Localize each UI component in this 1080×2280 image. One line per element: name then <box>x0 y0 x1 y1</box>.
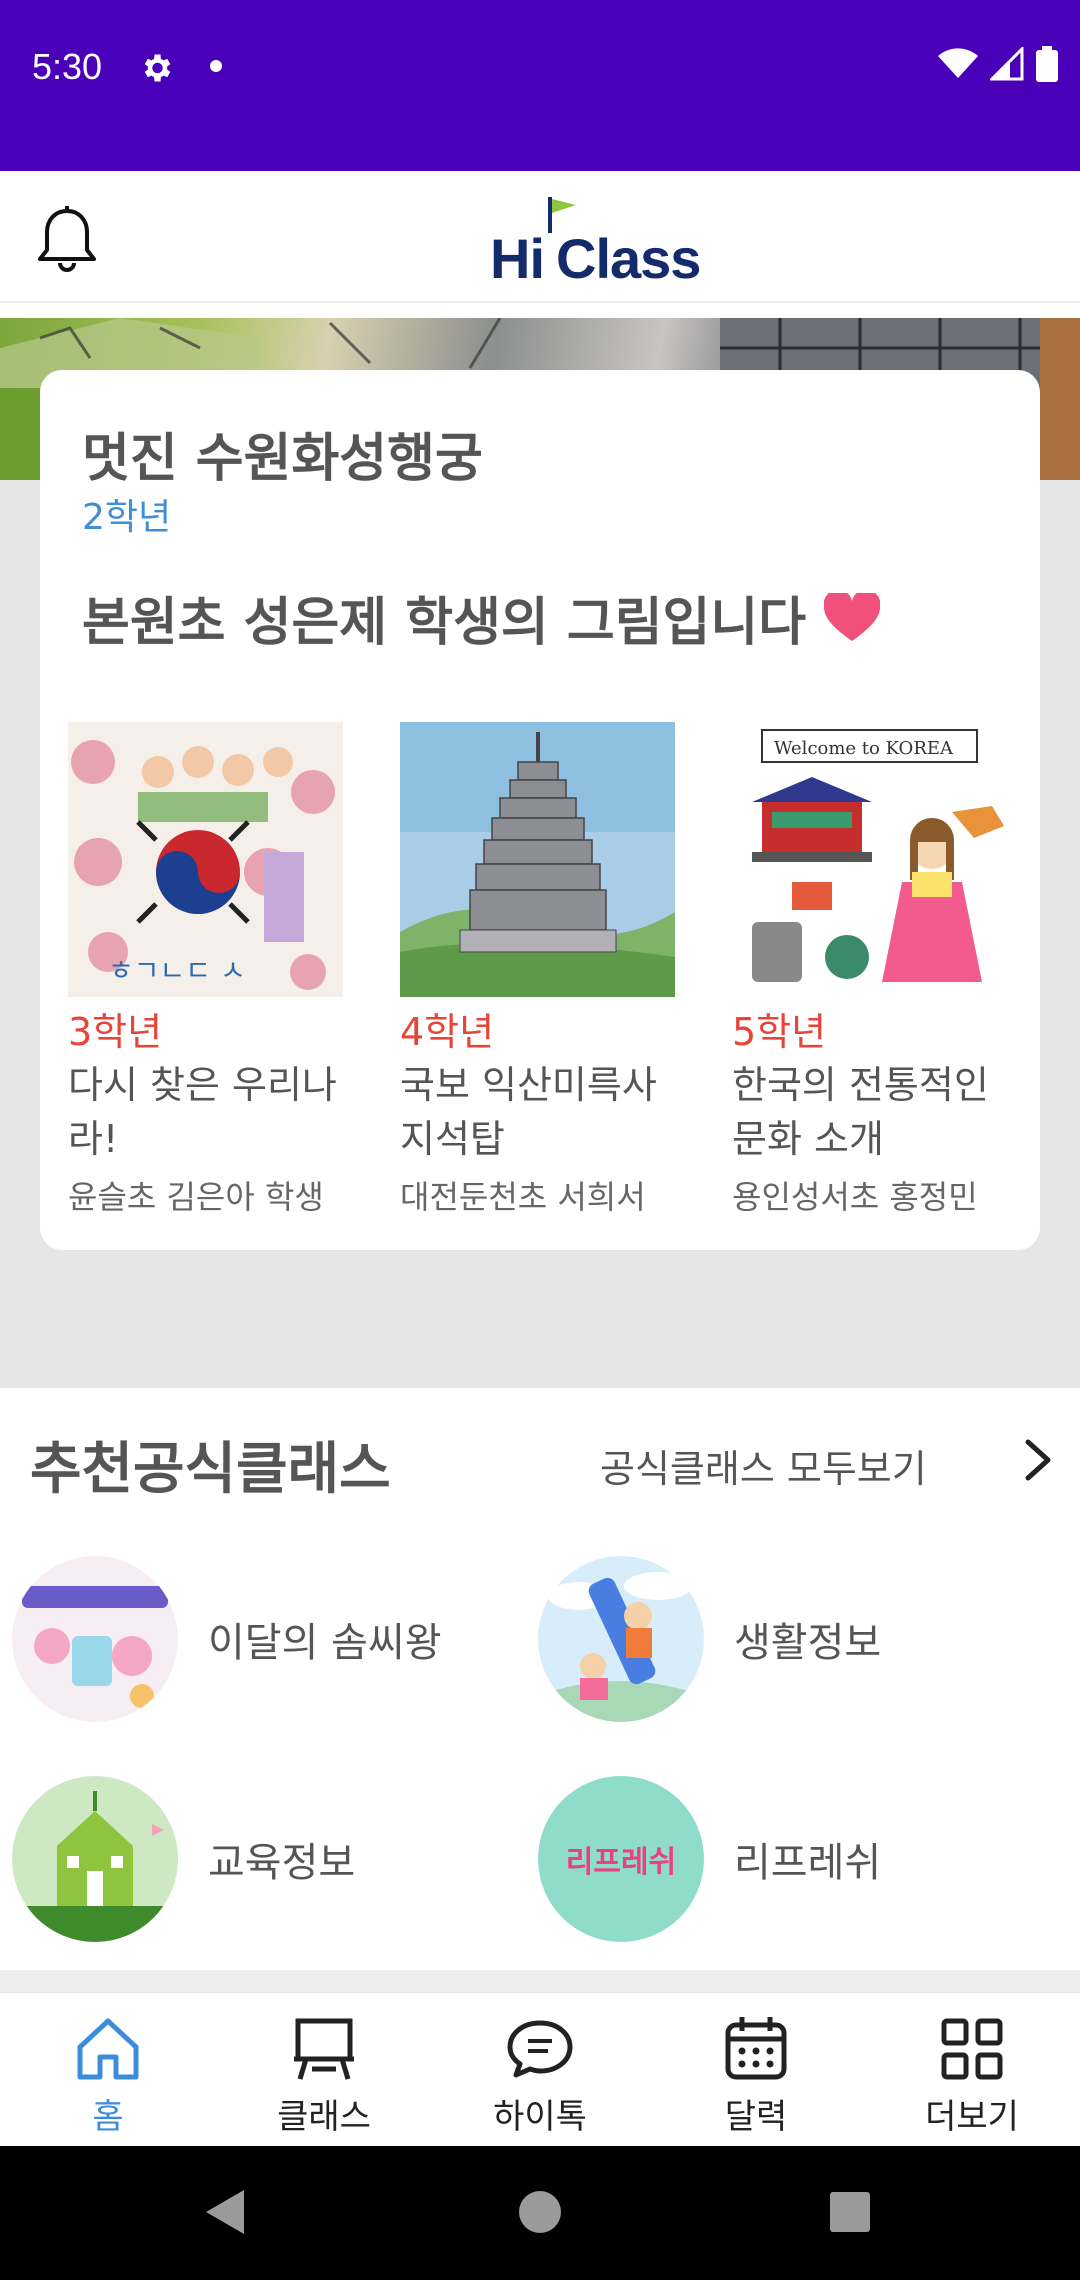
chat-icon <box>507 2020 573 2078</box>
svg-text:ㅎㄱㄴㄷ ㅅ: ㅎㄱㄴㄷ ㅅ <box>108 954 246 987</box>
monthly-talent-thumbnail[interactable] <box>12 1556 178 1722</box>
featured-card[interactable]: 멋진 수원화성행궁 2학년 본원초 성은제 학생의 그림입니다 ㅎㄱㄴㄷ ㅅ 3… <box>40 370 1040 1250</box>
recommended-title: 추천공식클래스 <box>30 1437 391 1502</box>
nav-calendar[interactable]: 달력 <box>676 2013 836 2138</box>
home-icon <box>77 2018 139 2080</box>
nav-class-label: 클래스 <box>277 2097 371 2137</box>
education-info-thumbnail[interactable] <box>12 1776 178 1942</box>
heart-icon <box>824 592 881 641</box>
artwork-title-3: 한국의 전통적인 문화 소개 <box>732 1063 989 1161</box>
artwork-title-1: 다시 찾은 우리나라! <box>68 1063 337 1161</box>
section-divider <box>0 1970 1080 1992</box>
featured-subtitle-text: 본원초 성은제 학생의 그림입니다 <box>82 593 807 653</box>
artwork-image-2[interactable] <box>400 722 675 997</box>
settings-gear-icon <box>144 54 171 82</box>
hiclass-logo: Hi Class <box>490 197 701 290</box>
featured-subtitle: 본원초 성은제 학생의 그림입니다 <box>82 580 881 655</box>
class-label-monthly-talent: 이달의 솜씨왕 <box>208 1620 442 1666</box>
app-header: Hi Class <box>0 171 1080 303</box>
logo-flag-icon <box>548 197 576 233</box>
bottom-navigation: 홈 클래스 하이톡 달력 더보기 <box>0 1992 1080 2146</box>
class-board-icon <box>294 2018 354 2080</box>
status-time: 5:30 <box>32 46 103 87</box>
class-label-refresh: 리프레쉬 <box>734 1840 882 1886</box>
nav-hitalk-label: 하이톡 <box>493 2097 587 2137</box>
grid-icon <box>941 2018 1003 2080</box>
recents-square-icon[interactable] <box>828 2190 872 2234</box>
nav-more[interactable]: 더보기 <box>892 2013 1052 2138</box>
life-info-thumbnail[interactable] <box>538 1556 704 1722</box>
battery-icon <box>1036 46 1058 82</box>
artwork-title-2: 국보 익산미륵사지석탑 <box>400 1063 657 1161</box>
artwork-author-3: 용인성서초 홍정민 <box>732 1178 978 1216</box>
notification-dot-icon <box>210 60 222 72</box>
artwork-item-3[interactable]: Welcome to KOREA 5학년 한국의 전통적인 문화 소개 용인성서… <box>732 722 1007 1218</box>
artwork-author-1: 윤슬초 김은아 학생 <box>68 1178 324 1216</box>
artwork-item-1[interactable]: ㅎㄱㄴㄷ ㅅ 3학년 다시 찾은 우리나라! 윤슬초 김은아 학생 <box>68 722 343 1218</box>
class-item-monthly-talent[interactable]: 이달의 솜씨왕 <box>12 1556 442 1722</box>
status-bar: 5:30 <box>0 0 1080 171</box>
home-circle-icon[interactable] <box>516 2188 564 2236</box>
svg-text:Welcome to KOREA: Welcome to KOREA <box>774 738 954 759</box>
artwork-image-3[interactable]: Welcome to KOREA <box>732 722 1007 997</box>
artwork-author-2: 대전둔천초 서희서 <box>400 1178 646 1216</box>
class-item-life-info[interactable]: 생활정보 <box>538 1556 881 1722</box>
wifi-icon <box>938 48 978 78</box>
nav-home[interactable]: 홈 <box>28 2013 188 2138</box>
artwork-grade-1: 3학년 <box>68 1010 163 1054</box>
class-item-education-info[interactable]: 교육정보 <box>12 1776 355 1942</box>
see-all-link[interactable]: 공식클래스 모두보기 <box>600 1438 927 1493</box>
signal-icon <box>990 47 1024 81</box>
nav-home-label: 홈 <box>92 2097 124 2137</box>
nav-class[interactable]: 클래스 <box>244 2013 404 2138</box>
artwork-item-2[interactable]: 4학년 국보 익산미륵사지석탑 대전둔천초 서희서 <box>400 722 675 1218</box>
featured-grade: 2학년 <box>82 497 172 538</box>
refresh-thumbnail[interactable]: 리프레쉬 <box>538 1776 704 1942</box>
refresh-thumbnail-text: 리프레쉬 <box>565 1845 677 1880</box>
nav-calendar-label: 달력 <box>724 2097 788 2137</box>
nav-more-label: 더보기 <box>925 2097 1019 2137</box>
system-navigation-bar <box>0 2146 1080 2280</box>
logo-hi: Hi <box>490 227 545 290</box>
recommended-classes-section: 추천공식클래스 공식클래스 모두보기 이달의 솜씨왕 생활정보 교육정보 리프레… <box>0 1388 1080 1998</box>
artwork-image-1[interactable]: ㅎㄱㄴㄷ ㅅ <box>68 722 343 997</box>
logo-class: Class <box>556 227 701 290</box>
chevron-right-icon[interactable] <box>1022 1438 1054 1482</box>
featured-title: 멋진 수원화성행궁 <box>82 429 483 489</box>
nav-hitalk[interactable]: 하이톡 <box>460 2013 620 2138</box>
back-icon[interactable] <box>200 2186 250 2238</box>
calendar-icon <box>725 2017 787 2080</box>
notification-bell-icon[interactable] <box>34 205 100 277</box>
class-label-education-info: 교육정보 <box>208 1840 356 1886</box>
class-label-life-info: 생활정보 <box>734 1620 882 1666</box>
class-item-refresh[interactable]: 리프레쉬 리프레쉬 <box>538 1776 881 1942</box>
artwork-grade-2: 4학년 <box>400 1010 495 1054</box>
status-icons <box>938 46 1058 82</box>
artwork-grade-3: 5학년 <box>732 1010 827 1054</box>
